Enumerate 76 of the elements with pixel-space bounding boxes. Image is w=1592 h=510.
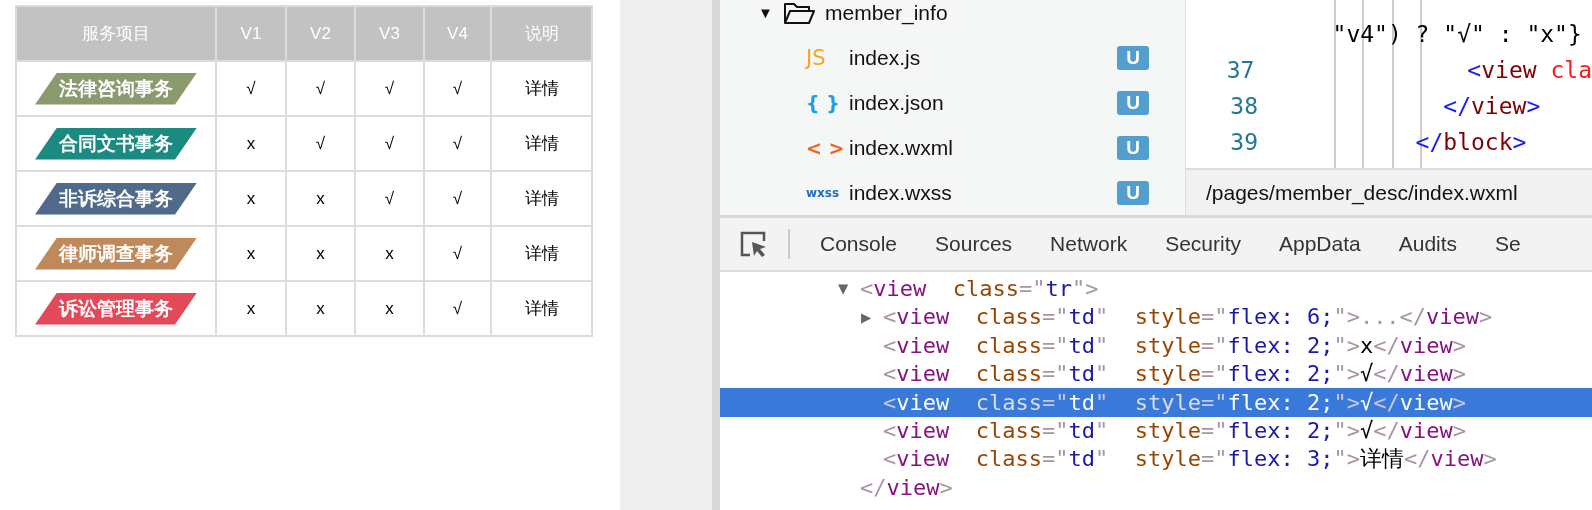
devtools-tab[interactable]: Console bbox=[820, 218, 898, 270]
devtools-tab[interactable]: Security bbox=[1165, 218, 1241, 270]
table-cell: √ bbox=[424, 226, 491, 281]
service-label: 诉讼管理事务 bbox=[35, 292, 197, 325]
table-cell: x bbox=[216, 226, 286, 281]
column-header: V4 bbox=[424, 6, 491, 61]
file-path: /pages/member_desc/index.wxml bbox=[1186, 168, 1592, 215]
folder-icon bbox=[783, 0, 815, 25]
code-line: "v4") ? "√" : "x"} bbox=[1331, 21, 1582, 47]
line-number: 39 bbox=[1229, 129, 1259, 155]
table-cell: √ bbox=[286, 61, 355, 116]
code-line: </view> bbox=[1442, 93, 1541, 119]
file-type-icon: < > bbox=[806, 136, 849, 159]
table-cell: √ bbox=[355, 171, 424, 226]
file-type-icon: wxss bbox=[806, 185, 849, 200]
table-cell: x bbox=[216, 116, 286, 171]
table-cell: x bbox=[355, 226, 424, 281]
detail-link[interactable]: 详情 bbox=[491, 281, 592, 336]
service-label: 合同文书事务 bbox=[35, 127, 197, 160]
code-line: </block> bbox=[1414, 129, 1527, 155]
detail-link[interactable]: 详情 bbox=[491, 226, 592, 281]
collapse-arrow[interactable]: ▼ bbox=[758, 4, 776, 21]
expand-arrow[interactable]: ▶ bbox=[861, 306, 883, 327]
file-type-icon: JS bbox=[806, 45, 849, 70]
code-line: <view cla bbox=[1466, 57, 1592, 83]
devtools-tab[interactable]: Sources bbox=[935, 218, 1013, 270]
dom-node[interactable]: <view class="td" style="flex: 2;">x</view> bbox=[883, 332, 1466, 358]
service-label: 非诉综合事务 bbox=[35, 182, 197, 215]
status-badge: U bbox=[1117, 45, 1149, 70]
detail-link[interactable]: 详情 bbox=[491, 61, 592, 116]
table-cell: x bbox=[355, 281, 424, 336]
table-cell: √ bbox=[424, 281, 491, 336]
collapse-arrow[interactable]: ▼ bbox=[838, 278, 860, 299]
table-cell: x bbox=[286, 171, 355, 226]
devtools-tab[interactable]: Se bbox=[1495, 218, 1521, 270]
table-cell: √ bbox=[216, 61, 286, 116]
table-cell: √ bbox=[424, 61, 491, 116]
devtools-tab[interactable]: AppData bbox=[1279, 218, 1361, 270]
dom-node[interactable]: <view class="td" style="flex: 6;">...</view> bbox=[883, 304, 1493, 330]
dom-node[interactable]: <view class="td" style="flex: 2;">√</view> bbox=[883, 361, 1466, 387]
table-cell: x bbox=[216, 281, 286, 336]
devtools-tab[interactable]: Audits bbox=[1398, 218, 1458, 270]
column-header: 服务项目 bbox=[16, 6, 216, 61]
dom-node[interactable]: </view> bbox=[860, 475, 953, 501]
status-badge: U bbox=[1117, 180, 1149, 205]
table-cell: √ bbox=[424, 116, 491, 171]
table-cell: √ bbox=[424, 171, 491, 226]
detail-link[interactable]: 详情 bbox=[491, 171, 592, 226]
file-name[interactable]: index.wxss bbox=[849, 180, 1117, 205]
file-type-icon: { } bbox=[806, 91, 849, 114]
table-cell: x bbox=[286, 281, 355, 336]
status-badge: U bbox=[1117, 135, 1149, 160]
inspect-icon[interactable] bbox=[740, 231, 768, 257]
status-badge: U bbox=[1117, 90, 1149, 115]
line-number: 37 bbox=[1225, 57, 1256, 83]
column-header: V1 bbox=[216, 6, 286, 61]
table-cell: √ bbox=[286, 116, 355, 171]
table-cell: √ bbox=[355, 116, 424, 171]
devtools-tab[interactable]: Network bbox=[1050, 218, 1128, 270]
dom-node[interactable]: <view class="td" style="flex: 2;">√</view> bbox=[883, 418, 1466, 444]
file-name[interactable]: index.wxml bbox=[849, 135, 1117, 160]
dom-node[interactable]: <view class="tr"> bbox=[860, 275, 1099, 301]
service-label: 律师调查事务 bbox=[35, 237, 197, 270]
table-cell: x bbox=[286, 226, 355, 281]
column-header: V3 bbox=[355, 6, 424, 61]
table-cell: √ bbox=[355, 61, 424, 116]
line-number: 38 bbox=[1229, 93, 1259, 119]
service-label: 法律咨询事务 bbox=[35, 72, 197, 105]
folder-name[interactable]: member_info bbox=[825, 0, 1185, 25]
column-header: V2 bbox=[286, 6, 355, 61]
column-header: 说明 bbox=[491, 6, 592, 61]
file-name[interactable]: index.json bbox=[849, 90, 1117, 115]
file-name[interactable]: index.js bbox=[849, 45, 1117, 70]
table-cell: x bbox=[216, 171, 286, 226]
dom-node[interactable]: <view class="td" style="flex: 3;">详情</view> bbox=[883, 444, 1497, 475]
detail-link[interactable]: 详情 bbox=[491, 116, 592, 171]
